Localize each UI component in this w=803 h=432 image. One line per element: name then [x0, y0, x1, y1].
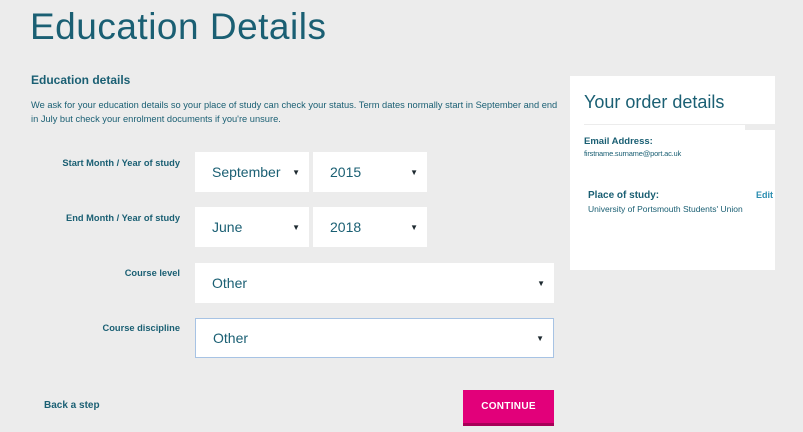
course-level-value: Other: [212, 275, 248, 291]
back-link[interactable]: Back a step: [44, 400, 100, 411]
start-year-value: 2015: [330, 164, 362, 180]
email-label: Email Address:: [584, 136, 653, 147]
continue-button[interactable]: CONTINUE: [463, 390, 554, 426]
chevron-down-icon: ▼: [537, 278, 545, 288]
chevron-down-icon: ▼: [292, 167, 300, 177]
course-discipline-value: Other: [213, 330, 249, 346]
intro-text: We ask for your education details so you…: [31, 100, 558, 124]
end-year-select[interactable]: 2018 ▼: [313, 207, 427, 247]
divider: [584, 124, 759, 125]
edit-place-link[interactable]: Edit: [756, 190, 773, 200]
course-discipline-select[interactable]: Other ▼: [195, 318, 554, 358]
start-month-value: September: [212, 164, 281, 180]
end-year-value: 2018: [330, 219, 362, 235]
chevron-down-icon: ▼: [410, 167, 418, 177]
start-month-select[interactable]: September ▼: [195, 152, 309, 192]
order-details-panel: Your order details Email Address: firstn…: [570, 76, 775, 270]
page-title: Education Details: [30, 6, 327, 47]
chevron-down-icon: ▼: [410, 222, 418, 232]
email-value: firstname.surname@port.ac.uk: [584, 149, 682, 158]
chevron-down-icon: ▼: [536, 333, 544, 343]
panel-notch: [745, 124, 775, 130]
start-year-select[interactable]: 2015 ▼: [313, 152, 427, 192]
end-month-select[interactable]: June ▼: [195, 207, 309, 247]
chevron-down-icon: ▼: [292, 222, 300, 232]
place-of-study-value: University of Portsmouth Students' Union: [588, 204, 743, 214]
course-level-label: Course level: [124, 268, 180, 278]
end-month-value: June: [212, 219, 243, 235]
order-title: Your order details: [584, 92, 725, 112]
course-discipline-label: Course discipline: [102, 323, 181, 333]
course-level-select[interactable]: Other ▼: [195, 263, 554, 303]
end-date-label: End Month / Year of study: [66, 213, 180, 223]
start-date-label: Start Month / Year of study: [62, 158, 180, 168]
place-of-study-label: Place of study:: [588, 190, 660, 201]
section-heading: Education details: [31, 73, 131, 87]
